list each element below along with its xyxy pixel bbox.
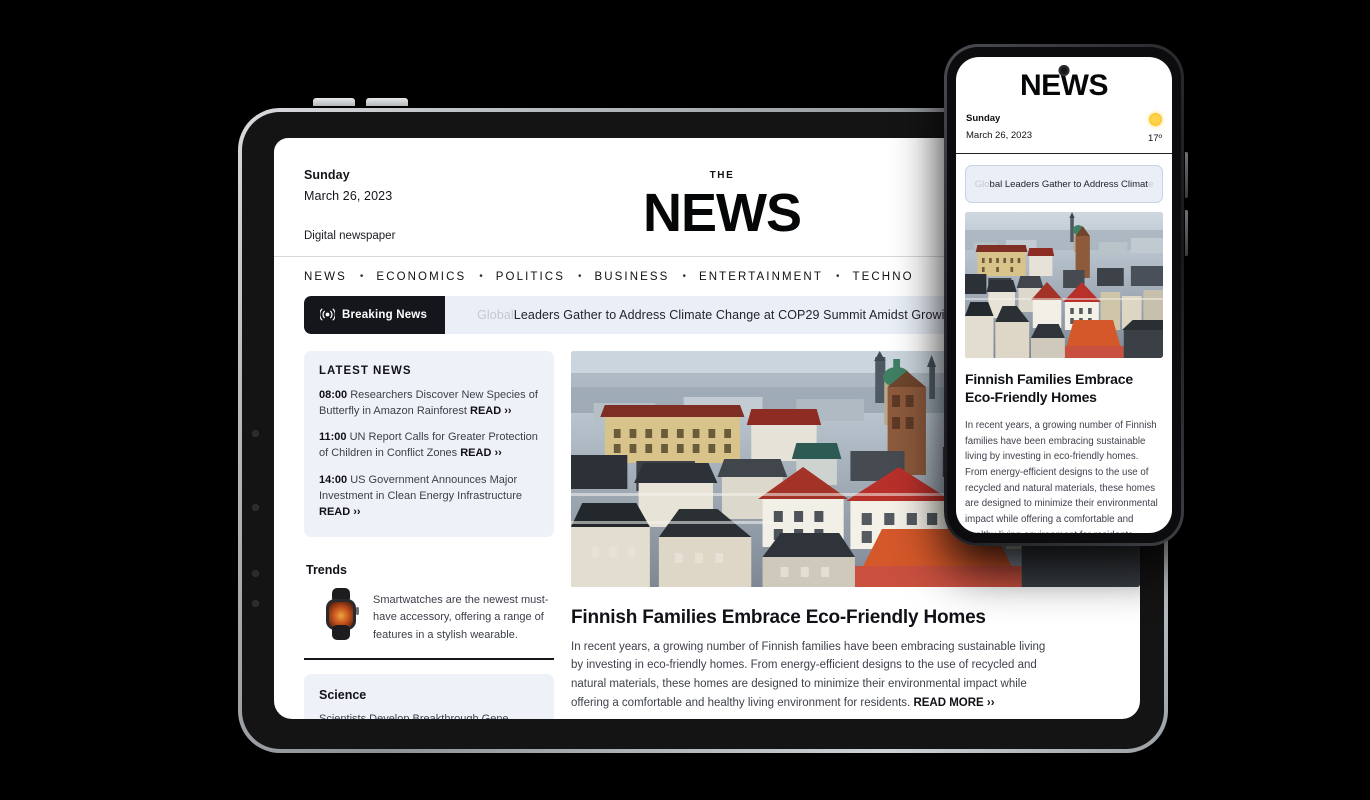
- list-item[interactable]: 14:00 US Government Announces Major Inve…: [319, 472, 539, 521]
- phone-device: NEWS Sunday March 26, 2023 17º Global Le…: [944, 44, 1188, 546]
- ticker-fade-lead: Global: [477, 307, 514, 322]
- phone-volume-down-button[interactable]: [1185, 210, 1188, 256]
- read-link[interactable]: READ ››: [460, 447, 502, 459]
- read-link[interactable]: READ ››: [319, 506, 361, 518]
- nav-separator: •: [682, 271, 686, 283]
- phone-date-bar: Sunday March 26, 2023 17º: [956, 107, 1172, 154]
- latest-news-title: LATEST NEWS: [319, 364, 412, 377]
- smartwatch-icon: [324, 587, 359, 640]
- broadcast-icon: [320, 308, 335, 321]
- science-text: Scientists Develop Breakthrough Gene The…: [319, 713, 535, 719]
- tablet-sensor-secondary-icon: [252, 600, 259, 607]
- phone-volume-up-button[interactable]: [1185, 152, 1188, 198]
- phone-full-date: March 26, 2023: [966, 130, 1033, 141]
- tablet-volume-down-button[interactable]: [366, 98, 408, 106]
- trends-text: Smartwatches are the newest must-have ac…: [373, 593, 549, 641]
- phone-ticker-text: bal Leaders Gather to Address Climat: [989, 178, 1148, 190]
- phone-ticker-fade-tail: e: [1147, 178, 1154, 190]
- latest-news-panel: LATEST NEWS 08:00 Researchers Discover N…: [304, 350, 554, 537]
- phone-day: Sunday: [966, 113, 1001, 124]
- science-text-block: Scientists Develop Breakthrough Gene The…: [319, 711, 539, 719]
- phone-bezel: NEWS Sunday March 26, 2023 17º Global Le…: [947, 47, 1181, 543]
- masthead-full-date: March 26, 2023: [304, 189, 393, 203]
- nav-item-politics[interactable]: POLITICS: [496, 271, 565, 283]
- article-body-block: In recent years, a growing number of Fin…: [571, 638, 1051, 713]
- latest-news-time: 11:00: [319, 431, 347, 444]
- phone-camera-icon: [1058, 65, 1070, 76]
- tablet-volume-up-button[interactable]: [313, 98, 355, 106]
- science-panel: Science Scientists Develop Breakthrough …: [304, 674, 554, 719]
- nav-separator: •: [835, 271, 840, 283]
- trends-section: Trends Smartwatches are the newest must-: [304, 551, 554, 661]
- article-title[interactable]: Finnish Families Embrace Eco-Friendly Ho…: [571, 607, 1140, 629]
- list-item[interactable]: 08:00 Researchers Discover New Species o…: [319, 387, 539, 420]
- sun-icon: [1149, 113, 1162, 126]
- latest-news-time: 14:00: [319, 473, 348, 486]
- phone-date-block: Sunday March 26, 2023: [966, 113, 1032, 141]
- masthead-tagline: Digital newspaper: [304, 230, 396, 242]
- science-title: Science: [319, 688, 367, 703]
- breaking-news-badge: Breaking News: [304, 295, 446, 334]
- phone-screen: NEWS Sunday March 26, 2023 17º Global Le…: [956, 57, 1172, 533]
- nav-separator: •: [577, 271, 582, 283]
- phone-article-title[interactable]: Finnish Families Embrace Eco-Friendly Ho…: [956, 358, 1172, 407]
- trends-title: Trends: [306, 562, 347, 577]
- nav-item-entertainment[interactable]: ENTERTAINMENT: [699, 271, 823, 283]
- tablet-camera-icon: [252, 430, 259, 437]
- masthead-date-block: Sunday March 26, 2023: [304, 168, 392, 203]
- nav-item-business[interactable]: BUSINESS: [594, 271, 669, 283]
- phone-temperature: 17º: [1147, 133, 1162, 144]
- masthead-day: Sunday: [304, 168, 350, 182]
- phone-article-body: In recent years, a growing number of Fin…: [965, 419, 1158, 533]
- breaking-news-label: Breaking News: [342, 308, 428, 321]
- cityscape-illustration: [965, 212, 1163, 358]
- scene: Sunday March 26, 2023 Digital newspaper …: [0, 0, 1370, 800]
- phone-ticker-fade-lead: Glo: [974, 178, 990, 190]
- nav-separator: •: [359, 271, 364, 283]
- nav-item-technology[interactable]: TECHNO: [852, 271, 913, 283]
- nav-item-news[interactable]: NEWS: [304, 271, 347, 283]
- trend-item[interactable]: Smartwatches are the newest must-have ac…: [306, 587, 552, 645]
- nav-item-economics[interactable]: ECONOMICS: [376, 271, 466, 283]
- read-link[interactable]: READ ››: [470, 405, 512, 417]
- tablet-sensor-icon: [252, 504, 259, 511]
- phone-weather: 17º: [1148, 113, 1162, 144]
- list-item[interactable]: 11:00 UN Report Calls for Greater Protec…: [319, 429, 539, 462]
- nav-separator: •: [479, 271, 483, 283]
- phone-breaking-ticker[interactable]: Global Leaders Gather to Address Climate: [965, 165, 1163, 203]
- tablet-mic-icon: [252, 570, 259, 577]
- latest-news-time: 08:00: [319, 388, 348, 401]
- latest-news-text: UN Report Calls for Greater Protection o…: [319, 431, 538, 460]
- latest-news-text: US Government Announces Major Investment…: [319, 473, 522, 503]
- read-more-link[interactable]: READ MORE ››: [913, 697, 994, 709]
- sidebar-column: LATEST NEWS 08:00 Researchers Discover N…: [304, 350, 554, 719]
- phone-article-hero-image: [965, 212, 1163, 358]
